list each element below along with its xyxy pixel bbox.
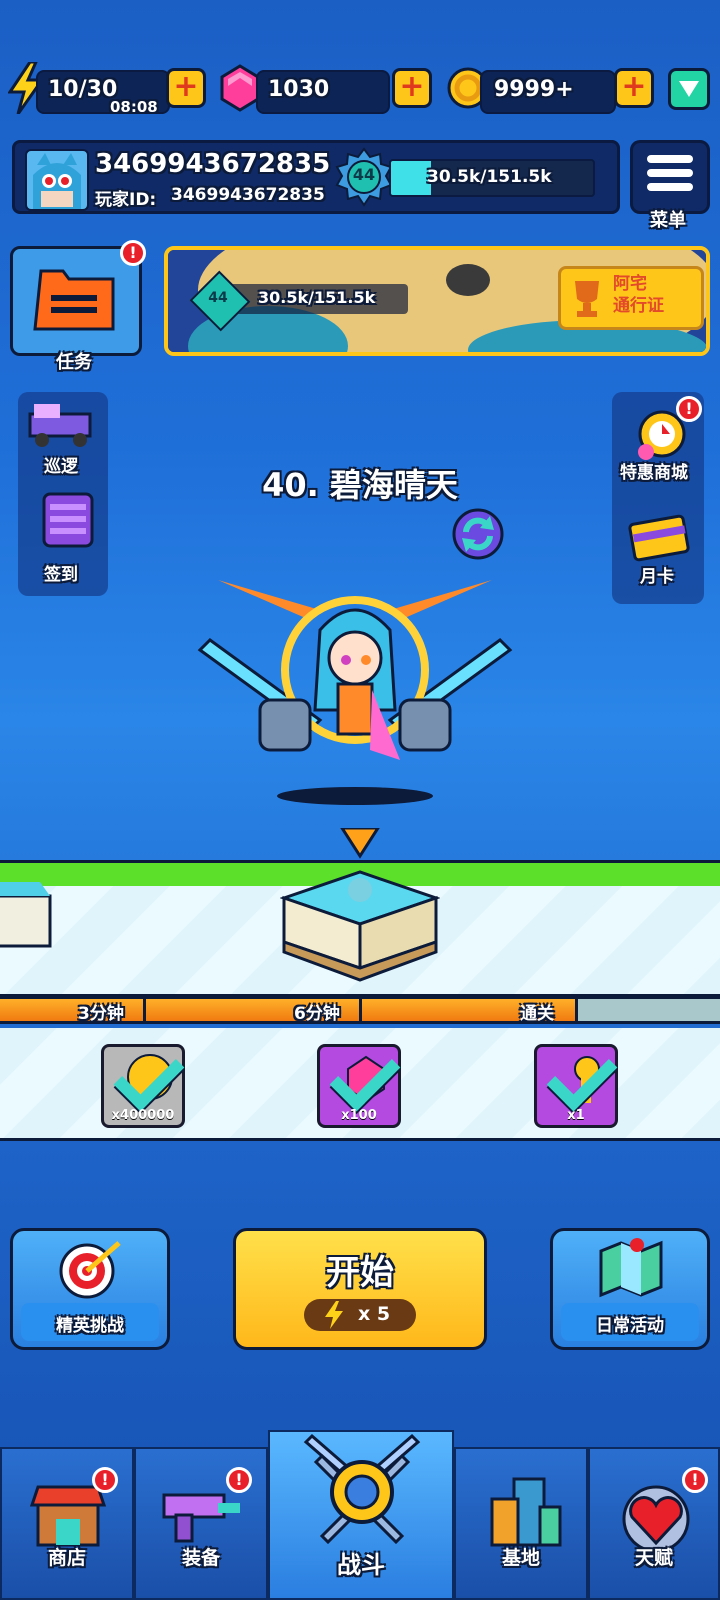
nav-label: 天赋 [634,1547,673,1569]
profile-panel[interactable]: 3469943672835 玩家ID: 3469943672835 44 30.… [12,140,620,214]
special-shop-badge: ! [676,396,702,422]
elite-challenge-button[interactable]: 精英挑战 [10,1228,170,1350]
start-label: 开始 [326,1253,394,1293]
menu-button[interactable] [630,140,710,214]
shield-button[interactable] [668,68,710,110]
trophy-icon [575,281,599,317]
player-id-label: 玩家ID: [95,190,157,210]
battle-icon [303,1433,421,1545]
gem-value: 1030 [268,77,330,102]
target-icon [59,1241,121,1299]
nav-label: 基地 [501,1547,540,1569]
gem-icon [220,64,260,112]
player-id: 3469943672835 [171,185,325,205]
nav-talent[interactable]: 天赋 ! [588,1447,720,1600]
nav-shop[interactable]: 商店 ! [0,1447,134,1600]
player-name: 3469943672835 [95,149,331,179]
banner-level: 44 [208,290,228,306]
energy-icon [325,1301,343,1329]
milestone-divider [143,996,146,1024]
daily-label: 日常活动 [596,1316,664,1336]
start-button[interactable]: 开始 x 5 [233,1228,487,1350]
nav-badge: ! [226,1467,252,1493]
reward-qty: x100 [341,1108,377,1123]
nav-badge: ! [682,1467,708,1493]
exp-text: 30.5k/151.5k [427,167,552,187]
menu-label: 菜单 [650,210,686,231]
patrol-truck-icon[interactable] [24,400,104,450]
checkin-label: 签到 [44,565,78,585]
current-stage-island[interactable] [279,826,441,988]
milestone-divider [359,996,362,1024]
pass-badge[interactable]: 阿宅 通行证 [558,266,704,330]
add-energy-button[interactable]: + [166,68,206,108]
folder-icon [33,269,115,331]
nav-label: 战斗 [337,1551,385,1579]
map-icon [599,1238,663,1298]
elite-label: 精英挑战 [56,1316,124,1336]
reward-gem[interactable]: x100 [317,1040,401,1128]
reward-qty: x1 [567,1108,585,1123]
level-value: 44 [352,165,376,184]
reward-coin[interactable]: x400000 [101,1040,185,1128]
banner-exp-text: 30.5k/151.5k [258,288,376,307]
nav-badge: ! [92,1467,118,1493]
switch-stage-button[interactable] [448,506,508,562]
nav-label: 商店 [47,1547,86,1569]
monthly-card-icon[interactable] [626,510,692,564]
hero-character[interactable] [170,570,540,810]
pass-label: 阿宅 通行证 [613,274,664,316]
reward-key[interactable]: x1 [534,1040,618,1128]
gun-icon [162,1493,240,1543]
refresh-icon [452,508,504,560]
nav-label: 装备 [181,1547,220,1569]
tasks-label: 任务 [56,352,92,373]
prev-stage-island [0,866,60,962]
shield-icon [679,81,699,97]
start-cost: x 5 [358,1303,391,1325]
milestone-label: 3分钟 [78,1004,124,1024]
stage-title: 40. 碧海晴天 [262,466,458,504]
add-coins-button[interactable]: + [614,68,654,108]
milestone-divider [575,996,578,1024]
pass-banner[interactable]: 44 30.5k/151.5k 阿宅 通行证 [164,246,710,356]
tasks-badge: ! [120,240,146,266]
coin-value: 9999+ [494,77,574,102]
avatar[interactable] [25,149,89,211]
tasks-button[interactable] [10,246,142,356]
reward-qty: x400000 [111,1108,175,1123]
nav-equipment[interactable]: 装备 ! [134,1447,268,1600]
nav-battle[interactable]: 战斗 [268,1430,454,1600]
milestone-label: 通关 [520,1004,554,1024]
milestone-label: 6分钟 [294,1004,340,1024]
nav-base[interactable]: 基地 [454,1447,588,1600]
exp-fill [391,161,432,195]
daily-activity-button[interactable]: 日常活动 [550,1228,710,1350]
level-badge: 44 [333,147,395,209]
monthly-card-label: 月卡 [640,567,674,587]
building-icon [490,1477,562,1547]
add-gems-button[interactable]: + [392,68,432,108]
energy-value: 10/30 [48,77,118,102]
energy-timer: 08:08 [110,98,158,116]
